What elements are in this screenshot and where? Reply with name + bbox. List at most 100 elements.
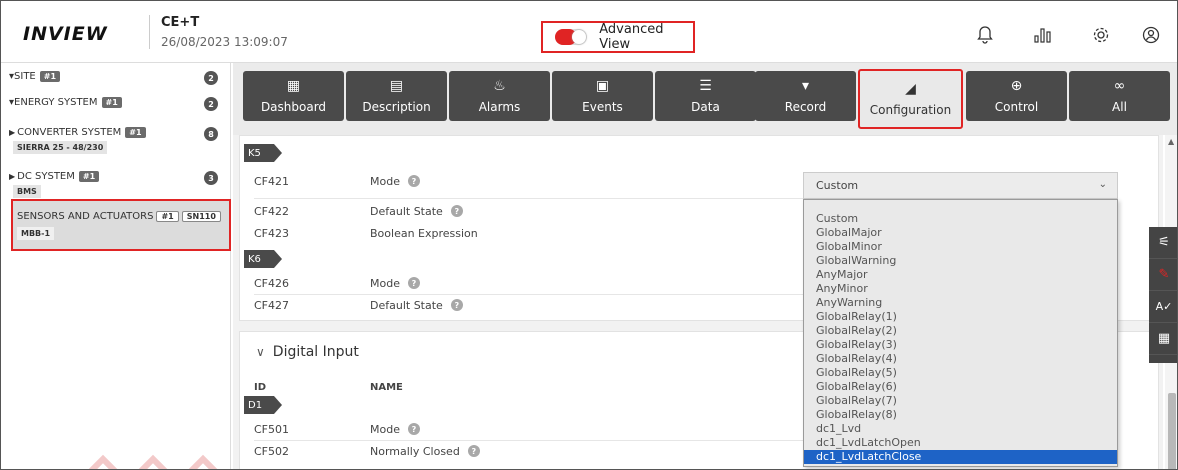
bar-chart-icon[interactable] — [1033, 25, 1053, 45]
column-header-name: NAME — [370, 382, 403, 393]
group-tag-k5: K5 — [244, 144, 282, 162]
dropdown-option[interactable]: GlobalRelay(1) — [804, 310, 1117, 324]
filter-icon[interactable]: ⚟ — [1149, 227, 1177, 259]
mode-dropdown-list: Custom GlobalMajor GlobalMinor GlobalWarnin… — [803, 199, 1118, 467]
serial-badge: SN110 — [181, 211, 221, 222]
caret-right-icon: ▶ — [9, 172, 16, 181]
scroll-up-arrow-icon[interactable]: ▲ — [1168, 137, 1174, 146]
instance-badge: #1 — [101, 97, 122, 108]
advanced-view-toggle[interactable] — [555, 29, 588, 45]
param-id: CF426 — [254, 276, 290, 290]
instance-badge: #1 — [125, 127, 146, 138]
model-tag: BMS — [13, 185, 41, 198]
section-title: Digital Input — [272, 344, 359, 360]
document-icon: ▤ — [389, 78, 404, 94]
dropdown-option[interactable]: GlobalMinor — [804, 240, 1117, 254]
tab-alarms[interactable]: ♨ Alarms — [449, 71, 550, 121]
configuration-icon: ◢ — [905, 81, 916, 97]
toggle-knob — [572, 30, 586, 44]
spellcheck-icon[interactable]: A✓ — [1149, 291, 1177, 323]
tree-item-sensors-and-actuators[interactable]: SENSORS AND ACTUATORS #1 SN110 MBB-1 — [11, 199, 231, 251]
caret-right-icon: ▶ — [9, 128, 16, 137]
param-name: Default State — [370, 204, 443, 218]
dropdown-option[interactable]: AnyWarning — [804, 296, 1117, 310]
infinity-icon: ∞ — [1113, 78, 1126, 94]
column-header-id: ID — [254, 382, 267, 393]
advanced-view-label: Advanced View — [599, 22, 664, 52]
param-name: Mode — [370, 276, 400, 290]
tab-configuration[interactable]: ◢ Configuration — [858, 69, 963, 129]
tree-item-label: SENSORS AND ACTUATORS — [17, 211, 154, 222]
site-name: CE+T — [161, 15, 200, 30]
child-count-badge: 3 — [204, 171, 218, 185]
divider — [254, 198, 814, 199]
advanced-view-toggle-container: Advanced View — [541, 21, 695, 53]
dropdown-option[interactable]: GlobalRelay(4) — [804, 352, 1117, 366]
dropdown-option[interactable]: AnyMajor — [804, 268, 1117, 282]
child-count-badge: 2 — [204, 71, 218, 85]
bell-icon[interactable] — [975, 25, 995, 45]
tree-item-converter-system[interactable]: ▶ CONVERTER SYSTEM #1 — [9, 127, 146, 138]
param-id: CF427 — [254, 298, 290, 312]
param-name: Normally Closed — [370, 444, 460, 458]
help-icon[interactable]: ? — [407, 175, 420, 187]
section-header-digital-input[interactable]: ∨ Digital Input — [256, 344, 359, 360]
logo[interactable]: INVIEW — [23, 23, 108, 45]
alarm-icon: ♨ — [493, 78, 506, 94]
param-id: CF422 — [254, 204, 290, 218]
help-icon[interactable]: ? — [407, 277, 420, 289]
help-icon[interactable]: ? — [467, 445, 480, 457]
instance-badge: #1 — [156, 211, 179, 222]
dropdown-option[interactable]: GlobalRelay(3) — [804, 338, 1117, 352]
model-tag: SIERRA 25 - 48/230 — [13, 141, 108, 154]
tab-control[interactable]: ⊕ Control — [966, 71, 1067, 121]
dropdown-option[interactable]: dc1_LvdLatchOpen — [804, 436, 1117, 450]
tree-item-site[interactable]: ▾ SITE #1 — [9, 71, 61, 82]
help-icon[interactable]: ? — [407, 423, 420, 435]
param-name: Mode — [370, 174, 400, 188]
dropdown-option[interactable]: dc1_Lvd — [804, 422, 1117, 436]
divider — [149, 15, 150, 49]
param-id: CF501 — [254, 422, 290, 436]
tree-item-label: DC SYSTEM — [17, 171, 75, 182]
dropdown-option[interactable]: GlobalRelay(8) — [804, 408, 1117, 422]
help-icon[interactable]: ? — [450, 205, 463, 217]
gear-icon[interactable] — [1091, 25, 1111, 45]
tab-record[interactable]: ▾ Record — [755, 71, 856, 121]
chevron-down-icon: ⌄ — [1098, 179, 1107, 190]
tab-dashboard[interactable]: ▦ Dashboard — [243, 71, 344, 121]
dropdown-option[interactable]: Custom — [804, 212, 1117, 226]
dropdown-option[interactable]: GlobalRelay(2) — [804, 324, 1117, 338]
user-icon[interactable] — [1141, 25, 1161, 45]
dropdown-option[interactable]: GlobalMajor — [804, 226, 1117, 240]
scrollbar-thumb[interactable] — [1168, 393, 1176, 469]
tree-item-label: ENERGY SYSTEM — [14, 97, 98, 108]
help-icon[interactable]: ? — [450, 299, 463, 311]
dropdown-option[interactable]: GlobalRelay(6) — [804, 380, 1117, 394]
model-tag: MBB-1 — [17, 227, 55, 240]
pencil-icon[interactable]: ✎ — [1149, 259, 1177, 291]
tab-all[interactable]: ∞ All — [1069, 71, 1170, 121]
dropdown-option[interactable]: AnyMinor — [804, 282, 1117, 296]
child-count-badge: 2 — [204, 97, 218, 111]
dropdown-option[interactable]: dc1_LvdLatchClose — [804, 450, 1117, 464]
tab-description[interactable]: ▤ Description — [346, 71, 447, 121]
site-datetime: 26/08/2023 13:09:07 — [161, 35, 288, 49]
tab-data[interactable]: ☰ Data — [655, 71, 756, 121]
param-id: CF502 — [254, 444, 290, 458]
sidebar-tree: ▾ SITE #1 2 ▾ ENERGY SYSTEM #1 2 ▶ CONVE… — [1, 63, 231, 469]
instance-badge: #1 — [39, 71, 61, 82]
decorative-chevrons — [88, 454, 218, 469]
param-id: CF421 — [254, 174, 290, 188]
dropdown-option[interactable]: GlobalWarning — [804, 254, 1117, 268]
dropdown-option[interactable]: GlobalRelay(5) — [804, 366, 1117, 380]
tree-item-label: CONVERTER SYSTEM — [17, 127, 122, 138]
tree-item-dc-system[interactable]: ▶ DC SYSTEM #1 — [9, 171, 100, 182]
mode-select[interactable]: Custom ⌄ — [803, 172, 1118, 199]
tab-events[interactable]: ▣ Events — [552, 71, 653, 121]
grid-icon[interactable]: ▦ — [1149, 323, 1177, 355]
tree-item-energy-system[interactable]: ▾ ENERGY SYSTEM #1 — [9, 97, 122, 108]
child-count-badge: 8 — [204, 127, 218, 141]
dropdown-option[interactable]: GlobalRelay(7) — [804, 394, 1117, 408]
calendar-icon: ▣ — [595, 78, 610, 94]
